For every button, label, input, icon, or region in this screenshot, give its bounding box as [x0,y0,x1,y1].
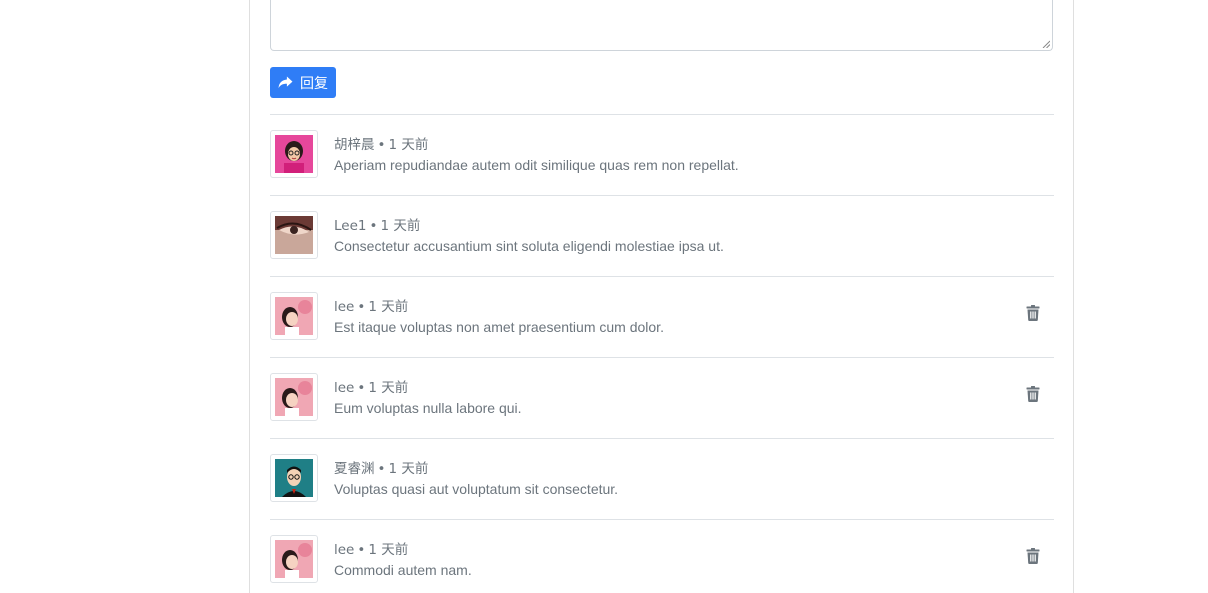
share-icon [278,76,293,89]
comment-time: 1 天前 [388,137,429,153]
comment-author[interactable]: 夏睿渊 [334,461,375,477]
comment-meta: Lee1 • 1 天前 [334,218,421,234]
comment-content: Commodi autem nam. [334,562,472,578]
comment-item: 夏睿渊 • 1 天前 Voluptas quasi aut voluptatum s… [270,438,1054,519]
comment-author[interactable]: 胡梓晨 [334,137,375,153]
comment-meta: lee • 1 天前 [334,299,409,315]
comment-item: 胡梓晨 • 1 天前 Aperiam repudiandae autem odit … [270,114,1054,195]
comment-time: 1 天前 [388,461,429,477]
pink-portrait-avatar-icon [275,540,313,578]
comment-content: Consectetur accusantium sint soluta elig… [334,238,724,254]
resize-grip-icon[interactable] [1042,40,1050,48]
comment-time: 1 天前 [368,299,409,315]
comment-content: Est itaque voluptas non amet praesentium… [334,319,664,335]
comment-content: Eum voluptas nulla labore qui. [334,400,522,416]
reply-textarea[interactable] [270,0,1053,51]
trash-icon[interactable] [1026,386,1040,402]
comment-item: lee • 1 天前 Eum voluptas nulla labore qui. [270,357,1054,438]
comment-meta: 夏睿渊 • 1 天前 [334,461,429,477]
eye-closeup-avatar-icon [275,216,313,254]
comments-card: 回复 胡梓晨 • 1 天前 Aperiam repudiandae autem od… [249,0,1074,593]
cartoon-girl-avatar-icon [275,135,313,173]
avatar[interactable] [270,292,318,340]
comment-time: 1 天前 [368,542,409,558]
avatar[interactable] [270,454,318,502]
comment-meta: lee • 1 天前 [334,380,409,396]
comment-content: Aperiam repudiandae autem odit similique… [334,157,739,173]
avatar[interactable] [270,535,318,583]
trash-icon[interactable] [1026,305,1040,321]
comment-author[interactable]: Lee1 [334,218,366,234]
cartoon-man-avatar-icon [275,459,313,497]
comment-content: Voluptas quasi aut voluptatum sit consec… [334,481,619,497]
comment-item: lee • 1 天前 Commodi autem nam. [270,519,1054,593]
avatar[interactable] [270,211,318,259]
pink-portrait-avatar-icon [275,297,313,335]
comment-meta: 胡梓晨 • 1 天前 [334,137,429,153]
trash-icon[interactable] [1026,548,1040,564]
comment-item: Lee1 • 1 天前 Consectetur accusantium sint s… [270,195,1054,276]
comment-item: lee • 1 天前 Est itaque voluptas non amet pr… [270,276,1054,357]
comment-list: 胡梓晨 • 1 天前 Aperiam repudiandae autem odit … [270,114,1054,593]
comment-meta: lee • 1 天前 [334,542,409,558]
reply-button-label: 回复 [300,75,328,92]
reply-button[interactable]: 回复 [270,67,336,98]
avatar[interactable] [270,130,318,178]
comment-author[interactable]: lee [334,542,354,558]
comment-author[interactable]: lee [334,380,354,396]
comment-time: 1 天前 [368,380,409,396]
pink-portrait-avatar-icon [275,378,313,416]
comment-author[interactable]: lee [334,299,354,315]
avatar[interactable] [270,373,318,421]
comment-time: 1 天前 [380,218,421,234]
